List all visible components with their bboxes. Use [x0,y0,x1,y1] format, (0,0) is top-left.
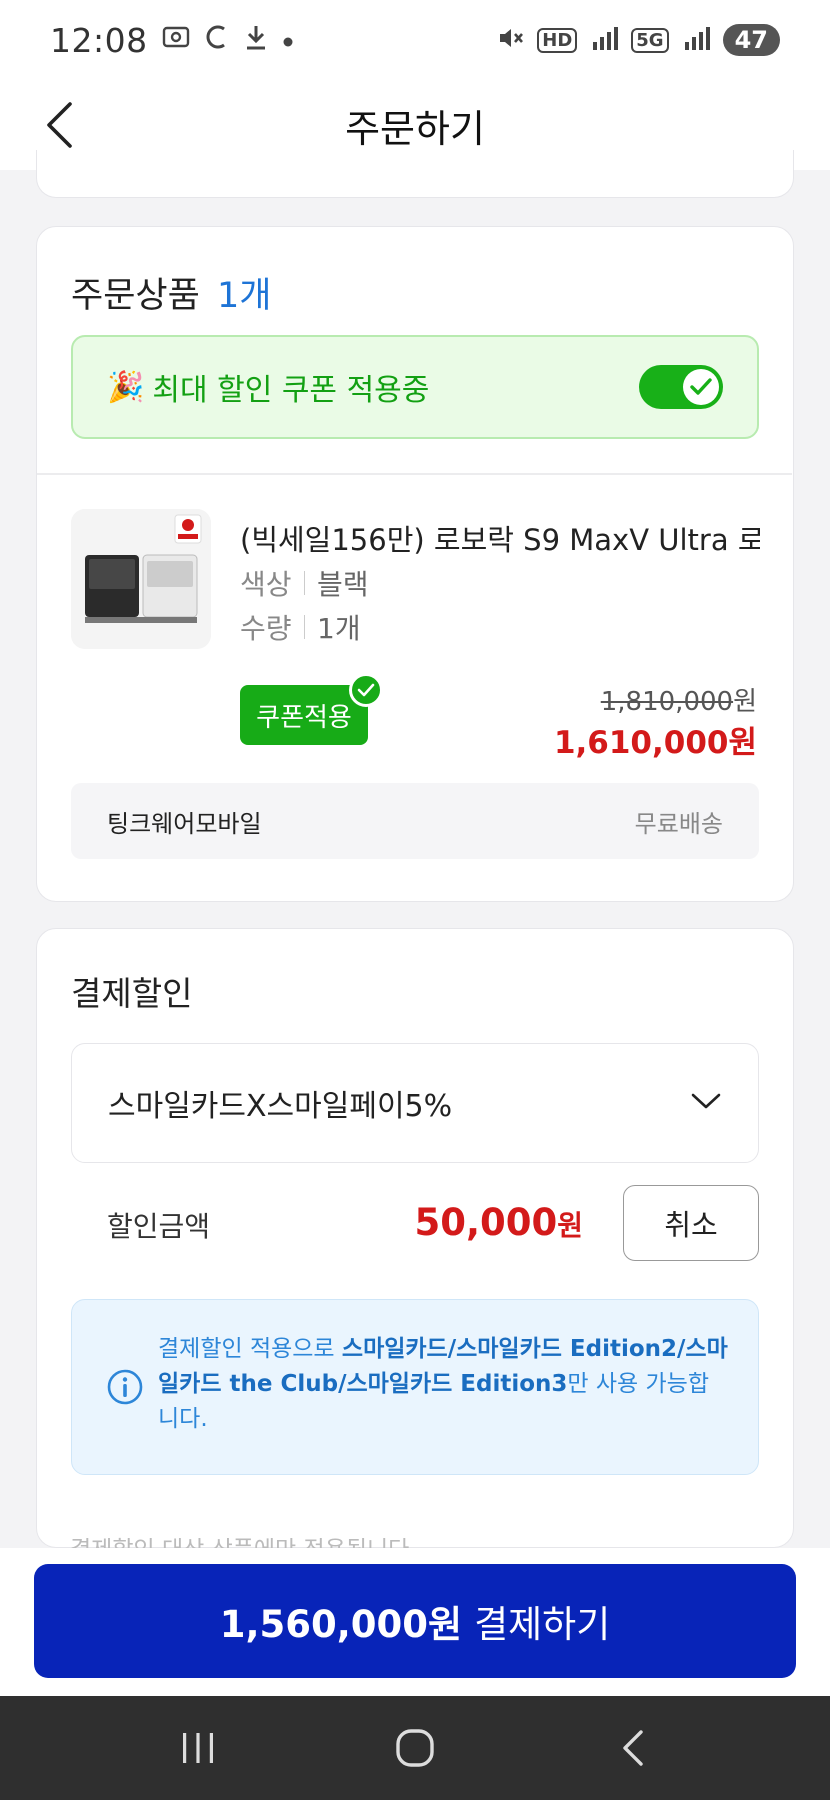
signal-icon [589,24,619,57]
qty-label: 수량 [240,612,292,645]
seller-name: 팅크웨어모바일 [107,809,262,838]
discount-amount-number: 50,000 [414,1201,558,1244]
checkout-amount: 1,560,000원 [219,1603,463,1646]
product-image[interactable] [71,509,211,649]
checkout-area: 1,560,000원 결제하기 [0,1548,830,1696]
recent-apps-button[interactable] [158,1708,238,1788]
chevron-left-icon [47,102,72,148]
recent-apps-icon [183,1733,214,1763]
option-separator [303,571,306,595]
chevron-down-icon [690,1091,722,1115]
discount-info-text: 결제할인 적용으로 스마일카드/스마일카드 Edition2/스마일카드 the… [158,1332,728,1437]
screenshot-icon [162,24,190,57]
color-label: 색상 [240,568,292,601]
seller-bar: 팅크웨어모바일 무료배송 [71,783,759,859]
original-price: 1,810,000원 [601,681,757,718]
mute-icon [497,25,525,56]
download-icon [244,23,268,58]
color-value: 블랙 [317,568,369,601]
original-price-unit: 원 [733,687,757,717]
page-title: 주문하기 [345,106,485,151]
max-coupon-toggle[interactable] [639,365,723,409]
product-name[interactable]: (빅세일156만) 로보락 S9 MaxV Ultra 로... [240,517,760,559]
home-icon [396,1729,434,1767]
back-arrow-icon [622,1730,643,1766]
cancel-discount-button[interactable]: 취소 [623,1185,759,1261]
5g-icon: 5G [631,27,669,53]
discount-amount: 50,000원 [414,1201,583,1244]
status-bar: 12:08 HD 5G 47 [0,0,830,80]
system-nav-bar [0,1696,830,1800]
checkout-label: 결제하기 [474,1603,611,1646]
discount-info-box: 결제할인 적용으로 스마일카드/스마일카드 Edition2/스마일카드 the… [71,1299,759,1475]
battery-indicator: 47 [722,24,780,56]
order-items-card: 주문상품 1개 🎉 최대 할인 쿠폰 적용중 (빅세일156만) 로보락 S9 … [36,226,794,902]
selected-card-option: 스마일카드X스마일페이5% [108,1089,453,1124]
home-button[interactable] [375,1708,455,1788]
discount-amount-unit: 원 [557,1209,583,1242]
payment-discount-title: 결제할인 [71,974,193,1013]
toggle-knob [683,369,719,405]
section-divider [37,473,792,475]
sale-price: 1,610,000원 [553,725,757,761]
payment-discount-card: 결제할인 스마일카드X스마일페이5% 할인금액 50,000원 취소 결제할인 … [36,928,794,1548]
signal-icon-2 [681,24,711,57]
checkmark-icon [690,378,712,395]
system-back-button[interactable] [592,1708,672,1788]
order-items-title: 주문상품 1개 [71,267,271,318]
product-option-color: 색상 블랙 [240,563,369,603]
party-popper-icon: 🎉 [107,369,145,405]
status-time: 12:08 [50,20,148,60]
checkout-button[interactable]: 1,560,000원 결제하기 [34,1564,796,1678]
card-discount-select[interactable]: 스마일카드X스마일페이5% [71,1043,759,1163]
order-items-count: 1개 [216,276,272,316]
hd-icon: HD [537,27,578,53]
discount-amount-label: 할인금액 [107,1210,211,1243]
notification-dot-icon [282,25,294,55]
shipping-info: 무료배송 [634,809,723,838]
option-separator [303,615,306,639]
order-items-heading: 주문상품 [71,276,200,316]
info-icon [106,1368,144,1410]
coupon-banner-text: 최대 할인 쿠폰 적용중 [152,373,430,408]
back-button[interactable] [32,98,86,152]
sync-icon [204,23,230,58]
max-coupon-banner: 🎉 최대 할인 쿠폰 적용중 [71,335,759,439]
coupon-check-icon [349,673,383,707]
previous-card-edge [36,150,794,198]
qty-value: 1개 [317,612,361,645]
product-option-qty: 수량 1개 [240,607,361,647]
info-text-prefix: 결제할인 적용으로 [158,1336,342,1362]
original-price-number: 1,810,000 [600,687,734,717]
